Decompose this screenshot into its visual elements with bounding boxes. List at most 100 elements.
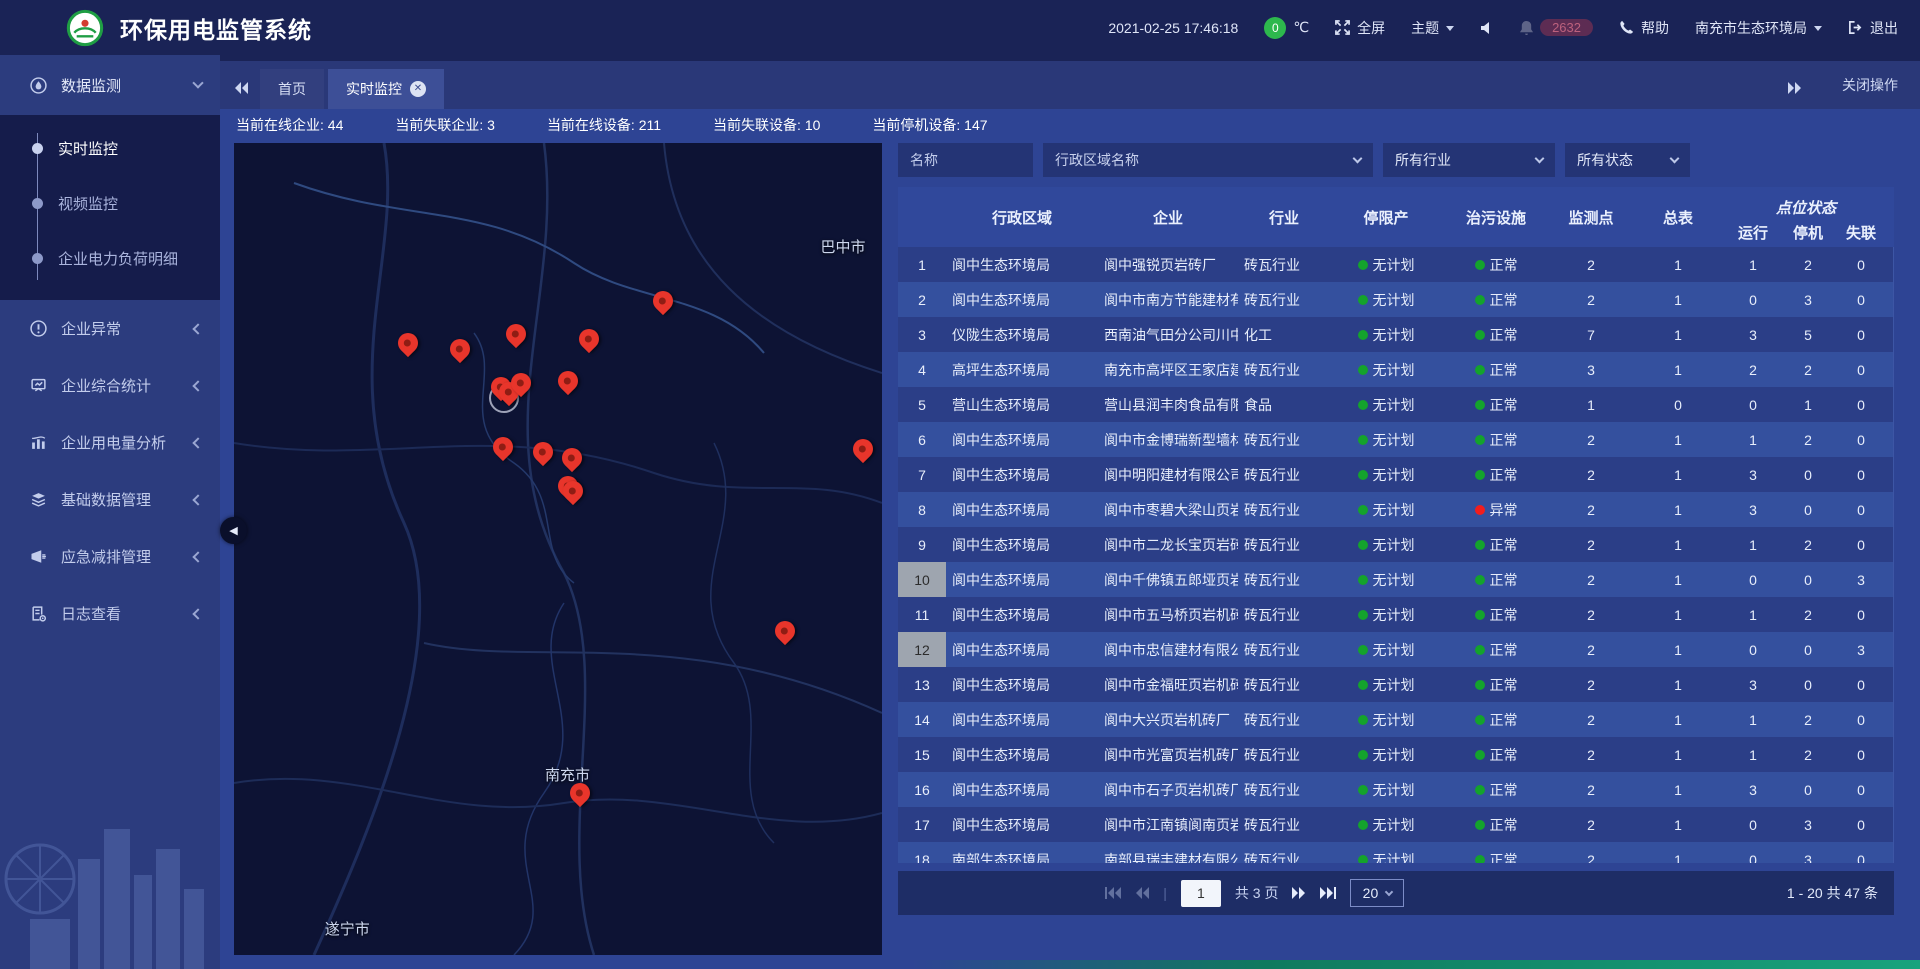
table-body: 1 阆中生态环境局 阆中强锐页岩砖厂 砖瓦行业 无计划 正常 2 1 1 2 0… xyxy=(898,247,1894,863)
page-number-input[interactable] xyxy=(1181,880,1221,907)
sidebar-item-company-abnormal[interactable]: 企业异常 xyxy=(0,300,220,357)
page-size-value: 20 xyxy=(1363,885,1379,901)
table-row[interactable]: 4 高坪生态环境局 南充市高坪区王家店建 砖瓦行业 无计划 正常 3 1 2 2… xyxy=(898,352,1893,387)
bell-icon xyxy=(1519,20,1534,35)
cell-pollution-facility: 正常 xyxy=(1442,352,1550,387)
cell-lost: 0 xyxy=(1834,807,1888,842)
cell-pollution-facility: 正常 xyxy=(1442,247,1550,282)
map-collapse-handle[interactable]: ◀ xyxy=(220,517,247,544)
cell-company: 营山县润丰肉食品有限 xyxy=(1098,387,1238,422)
table-row[interactable]: 10 阆中生态环境局 阆中千佛镇五郎垭页岩 砖瓦行业 无计划 正常 2 1 0 … xyxy=(898,562,1893,597)
cell-limit-production: 无计划 xyxy=(1330,562,1442,597)
table-row[interactable]: 9 阆中生态环境局 阆中市二龙长宝页岩砖 砖瓦行业 无计划 正常 2 1 1 2… xyxy=(898,527,1893,562)
table-row[interactable]: 13 阆中生态环境局 阆中市金福旺页岩机砖 砖瓦行业 无计划 正常 2 1 3 … xyxy=(898,667,1893,702)
status-dot-green xyxy=(1475,575,1485,585)
tab-label: 首页 xyxy=(278,79,306,99)
cell-lost: 0 xyxy=(1834,492,1888,527)
row-index: 1 xyxy=(898,247,946,282)
cell-total-meters: 1 xyxy=(1632,807,1724,842)
table-row[interactable]: 5 营山生态环境局 营山县润丰肉食品有限 食品 无计划 正常 1 0 0 1 0 xyxy=(898,387,1893,422)
fullscreen-button[interactable]: 全屏 xyxy=(1335,18,1385,38)
sidebar-item-base-data[interactable]: 基础数据管理 xyxy=(0,471,220,528)
cell-limit-production: 无计划 xyxy=(1330,492,1442,527)
user-org-menu[interactable]: 南充市生态环境局 xyxy=(1695,18,1822,38)
previous-page-button[interactable] xyxy=(1135,887,1149,899)
sidebar-item-power-load-detail[interactable]: 企业电力负荷明细 xyxy=(0,231,220,286)
cell-company: 阆中市五马桥页岩机砖 xyxy=(1098,597,1238,632)
theme-menu[interactable]: 主题 xyxy=(1411,18,1454,38)
cell-limit-production: 无计划 xyxy=(1330,317,1442,352)
cell-running: 0 xyxy=(1724,387,1782,422)
sound-button[interactable] xyxy=(1480,21,1493,35)
sidebar-item-video-monitor[interactable]: 视频监控 xyxy=(0,176,220,231)
table-row[interactable]: 18 南部生态环境局 南部县瑞丰建材有限公 砖瓦行业 无计划 正常 2 1 0 … xyxy=(898,842,1893,863)
cell-pollution-facility: 正常 xyxy=(1442,387,1550,422)
first-page-button[interactable] xyxy=(1105,887,1121,899)
cell-running: 1 xyxy=(1724,737,1782,772)
chevron-down-icon xyxy=(1385,888,1393,896)
sidebar-item-emergency-reduction[interactable]: 应急减排管理 xyxy=(0,528,220,585)
cell-total-meters: 1 xyxy=(1632,492,1724,527)
status-dot-green xyxy=(1358,785,1368,795)
table-row[interactable]: 2 阆中生态环境局 阆中市南方节能建材有 砖瓦行业 无计划 正常 2 1 0 3… xyxy=(898,282,1893,317)
cell-running: 3 xyxy=(1724,772,1782,807)
sidebar-item-log-view[interactable]: 日志查看 xyxy=(0,585,220,642)
table-row[interactable]: 7 阆中生态环境局 阆中明阳建材有限公司 砖瓦行业 无计划 正常 2 1 3 0… xyxy=(898,457,1893,492)
table-row[interactable]: 11 阆中生态环境局 阆中市五马桥页岩机砖 砖瓦行业 无计划 正常 2 1 1 … xyxy=(898,597,1893,632)
industry-select[interactable]: 所有行业 xyxy=(1383,143,1555,177)
sidebar-item-power-analysis[interactable]: 企业用电量分析 xyxy=(0,414,220,471)
chevron-left-icon xyxy=(192,323,203,334)
map-roads-layer xyxy=(234,143,882,955)
map-panel[interactable]: ◀ 巴中市南充市遂宁市 xyxy=(234,143,882,955)
cell-stopped: 0 xyxy=(1782,492,1834,527)
table-row[interactable]: 17 阆中生态环境局 阆中市江南镇阆南页岩 砖瓦行业 无计划 正常 2 1 0 … xyxy=(898,807,1893,842)
cell-company: 阆中强锐页岩砖厂 xyxy=(1098,247,1238,282)
table-row[interactable]: 12 阆中生态环境局 阆中市忠信建材有限公 砖瓦行业 无计划 正常 2 1 0 … xyxy=(898,632,1893,667)
cell-limit-production: 无计划 xyxy=(1330,387,1442,422)
next-page-button[interactable] xyxy=(1292,887,1306,899)
chevron-left-icon xyxy=(192,608,203,619)
table-row[interactable]: 14 阆中生态环境局 阆中大兴页岩机砖厂 砖瓦行业 无计划 正常 2 1 1 2… xyxy=(898,702,1893,737)
cell-running: 1 xyxy=(1724,597,1782,632)
layers-icon xyxy=(30,491,47,508)
help-button[interactable]: 帮助 xyxy=(1619,18,1669,38)
tab-realtime-monitor[interactable]: 实时监控 ✕ xyxy=(328,69,444,109)
datetime: 2021-02-25 17:46:18 xyxy=(1108,20,1238,36)
chevron-down-icon xyxy=(1535,154,1545,164)
sidebar-item-company-statistics[interactable]: 企业综合统计 xyxy=(0,357,220,414)
status-dot-red xyxy=(1475,505,1485,515)
table-row[interactable]: 8 阆中生态环境局 阆中市枣碧大梁山页岩 砖瓦行业 无计划 异常 2 1 3 0… xyxy=(898,492,1893,527)
cell-monitor-points: 2 xyxy=(1550,282,1632,317)
cell-stopped: 2 xyxy=(1782,597,1834,632)
fullscreen-icon xyxy=(1335,20,1350,35)
status-dot-green xyxy=(1358,575,1368,585)
tabs-scroll-right-button[interactable] xyxy=(1786,82,1802,94)
chevron-down-icon xyxy=(1353,154,1363,164)
status-dot-green xyxy=(1358,505,1368,515)
table-row[interactable]: 1 阆中生态环境局 阆中强锐页岩砖厂 砖瓦行业 无计划 正常 2 1 1 2 0 xyxy=(898,247,1893,282)
notification-button[interactable]: 2632 xyxy=(1519,19,1593,36)
tabs-scroll-left-button[interactable] xyxy=(234,82,250,94)
page-size-select[interactable]: 20 xyxy=(1350,879,1404,907)
table-row[interactable]: 3 仪陇生态环境局 西南油气田分公司川中 化工 无计划 正常 7 1 3 5 0 xyxy=(898,317,1893,352)
name-search-input[interactable] xyxy=(898,143,1033,177)
tab-home[interactable]: 首页 xyxy=(260,69,324,109)
sidebar-group-data-monitor[interactable]: 数据监测 xyxy=(0,55,220,115)
status-select[interactable]: 所有状态 xyxy=(1565,143,1690,177)
cell-running: 1 xyxy=(1724,422,1782,457)
row-index: 13 xyxy=(898,667,946,702)
close-tab-icon[interactable]: ✕ xyxy=(410,81,426,97)
page-title: 环保用电监管系统 xyxy=(120,11,312,45)
row-index: 4 xyxy=(898,352,946,387)
cell-lost: 0 xyxy=(1834,317,1888,352)
cell-industry: 砖瓦行业 xyxy=(1238,352,1330,387)
sidebar-item-realtime-monitor[interactable]: 实时监控 xyxy=(0,121,220,176)
last-page-button[interactable] xyxy=(1320,887,1336,899)
cell-lost: 3 xyxy=(1834,562,1888,597)
close-operations-button[interactable]: 关闭操作 xyxy=(1842,75,1898,95)
table-row[interactable]: 6 阆中生态环境局 阆中市金博瑞新型墙材 砖瓦行业 无计划 正常 2 1 1 2… xyxy=(898,422,1893,457)
region-select[interactable]: 行政区域名称 xyxy=(1043,143,1373,177)
logout-button[interactable]: 退出 xyxy=(1848,18,1898,38)
table-row[interactable]: 15 阆中生态环境局 阆中市光富页岩机砖厂 砖瓦行业 无计划 正常 2 1 1 … xyxy=(898,737,1893,772)
table-row[interactable]: 16 阆中生态环境局 阆中市石子页岩机砖厂 砖瓦行业 无计划 正常 2 1 3 … xyxy=(898,772,1893,807)
